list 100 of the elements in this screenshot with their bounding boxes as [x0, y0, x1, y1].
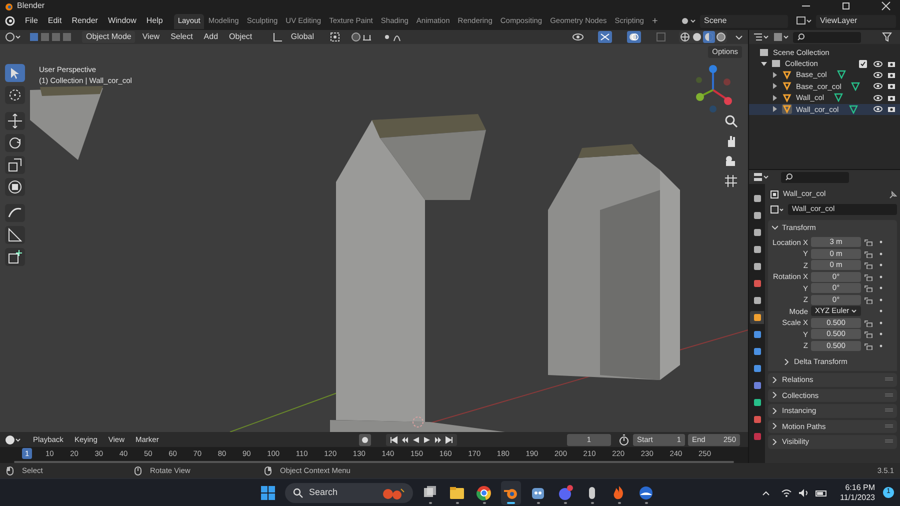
- menu-item[interactable]: File: [20, 15, 43, 27]
- menu-item[interactable]: Select: [166, 31, 197, 43]
- play-reverse-icon[interactable]: [412, 436, 420, 444]
- lock-icon[interactable]: [864, 238, 873, 246]
- drag-handle-icon[interactable]: [885, 377, 893, 382]
- orientation-dropdown[interactable]: Global: [286, 31, 318, 43]
- menu-item[interactable]: View: [138, 31, 164, 43]
- stopwatch-icon[interactable]: [618, 434, 630, 446]
- keyframe-dot-icon[interactable]: [879, 286, 883, 290]
- editor-type-icon[interactable]: [4, 31, 22, 43]
- shading-mode-icon[interactable]: [691, 31, 703, 43]
- speaker-icon[interactable]: [798, 488, 809, 498]
- select-mode-icon[interactable]: [29, 31, 73, 43]
- next-keyframe-icon[interactable]: [434, 436, 442, 444]
- lock-icon[interactable]: [864, 284, 873, 292]
- camera-icon[interactable]: [887, 94, 896, 102]
- tool-button[interactable]: [5, 226, 25, 244]
- tool-button[interactable]: [5, 134, 25, 152]
- eye-icon[interactable]: [873, 82, 883, 90]
- scrollbar[interactable]: [14, 461, 734, 463]
- menu-item[interactable]: Window: [102, 15, 142, 27]
- play-icon[interactable]: [423, 436, 431, 444]
- eye-icon[interactable]: [873, 60, 883, 68]
- lock-icon[interactable]: [864, 330, 873, 338]
- scene-field[interactable]: Scene: [700, 14, 788, 28]
- snap-icon[interactable]: [350, 31, 374, 43]
- display-mode-icon[interactable]: [753, 31, 769, 43]
- camera-icon[interactable]: [887, 70, 896, 79]
- drag-handle-icon[interactable]: [885, 408, 893, 414]
- shading-mode-icon[interactable]: [715, 31, 727, 43]
- object-icon[interactable]: [770, 204, 784, 214]
- tool-button[interactable]: [5, 86, 25, 104]
- keyframe-dot-icon[interactable]: [879, 320, 883, 325]
- orientation-icon[interactable]: [272, 31, 284, 43]
- grid-icon[interactable]: [724, 174, 738, 188]
- mode-dropdown[interactable]: Object Mode: [82, 31, 136, 43]
- tool-button[interactable]: [5, 156, 25, 174]
- tool-button[interactable]: [5, 204, 25, 222]
- tool-button[interactable]: [5, 112, 25, 130]
- shading-mode-icon[interactable]: [703, 31, 715, 43]
- drag-handle-icon[interactable]: [885, 439, 893, 444]
- pin-icon[interactable]: [888, 190, 897, 198]
- lock-icon[interactable]: [864, 318, 873, 327]
- lock-icon[interactable]: [864, 272, 873, 281]
- camera-icon[interactable]: [887, 82, 896, 90]
- playback-controls[interactable]: [386, 434, 457, 446]
- jump-end-icon[interactable]: [445, 436, 453, 444]
- gizmo-toggle-icon[interactable]: [598, 31, 612, 43]
- menu-item[interactable]: Edit: [42, 15, 67, 27]
- taskbar-search-field[interactable]: Search: [285, 482, 413, 502]
- keyframe-dot-icon[interactable]: [879, 252, 883, 256]
- drag-handle-icon[interactable]: [885, 392, 893, 398]
- keyframe-dot-icon[interactable]: [879, 344, 883, 348]
- lock-icon[interactable]: [864, 261, 873, 270]
- lock-icon[interactable]: [864, 250, 873, 258]
- scene-icon[interactable]: [680, 15, 696, 27]
- battery-icon[interactable]: [815, 488, 828, 498]
- tool-button[interactable]: [5, 178, 25, 196]
- menu-item[interactable]: Object: [225, 31, 256, 43]
- add-workspace-button[interactable]: +: [648, 14, 662, 28]
- blender-logo-icon[interactable]: [4, 15, 16, 27]
- camera-icon[interactable]: [887, 60, 896, 68]
- keyframe-dot-icon[interactable]: [879, 309, 883, 314]
- eye-icon[interactable]: [873, 70, 883, 79]
- menu-item[interactable]: Render: [66, 15, 103, 27]
- lock-icon[interactable]: [864, 342, 873, 350]
- taskbar-app-button[interactable]: [501, 480, 521, 504]
- keyframe-dot-icon[interactable]: [879, 274, 883, 279]
- zoom-icon[interactable]: [724, 114, 738, 128]
- menu-item[interactable]: Help: [141, 15, 168, 27]
- expand-caret-icon[interactable]: [761, 60, 767, 66]
- previous-keyframe-icon[interactable]: [401, 436, 409, 444]
- wifi-icon[interactable]: [781, 488, 792, 498]
- tool-button[interactable]: [5, 64, 25, 82]
- lock-icon[interactable]: [864, 296, 873, 304]
- view-layer-field[interactable]: ViewLayer: [816, 14, 896, 28]
- menu-item[interactable]: Add: [200, 31, 222, 43]
- clock-icon[interactable]: [4, 434, 22, 446]
- view-layer-icon[interactable]: [796, 15, 812, 27]
- checkbox[interactable]: [859, 60, 867, 68]
- navigation-gizmo-drawing: [693, 64, 735, 114]
- search-field[interactable]: [793, 32, 861, 42]
- camera-icon[interactable]: [887, 105, 896, 114]
- shading-mode-icon[interactable]: [679, 31, 691, 43]
- search-field[interactable]: [781, 172, 849, 182]
- keyframe-dot-icon[interactable]: [879, 263, 883, 268]
- keyframe-dot-icon[interactable]: [879, 332, 883, 336]
- camera-icon[interactable]: [724, 154, 738, 168]
- drag-handle-icon[interactable]: [885, 424, 893, 429]
- jump-start-icon[interactable]: [390, 436, 398, 444]
- eye-icon[interactable]: [873, 105, 883, 114]
- record-icon[interactable]: [359, 434, 371, 446]
- filter-view-icon[interactable]: [773, 31, 789, 43]
- keyframe-dot-icon[interactable]: [879, 240, 883, 244]
- properties-editor-icon[interactable]: [753, 171, 769, 183]
- keyframe-dot-icon[interactable]: [879, 298, 883, 302]
- properties-tab[interactable]: [750, 311, 764, 324]
- overlay-toggle-icon[interactable]: [627, 31, 641, 43]
- tool-button[interactable]: [5, 248, 25, 266]
- eye-icon[interactable]: [873, 94, 883, 102]
